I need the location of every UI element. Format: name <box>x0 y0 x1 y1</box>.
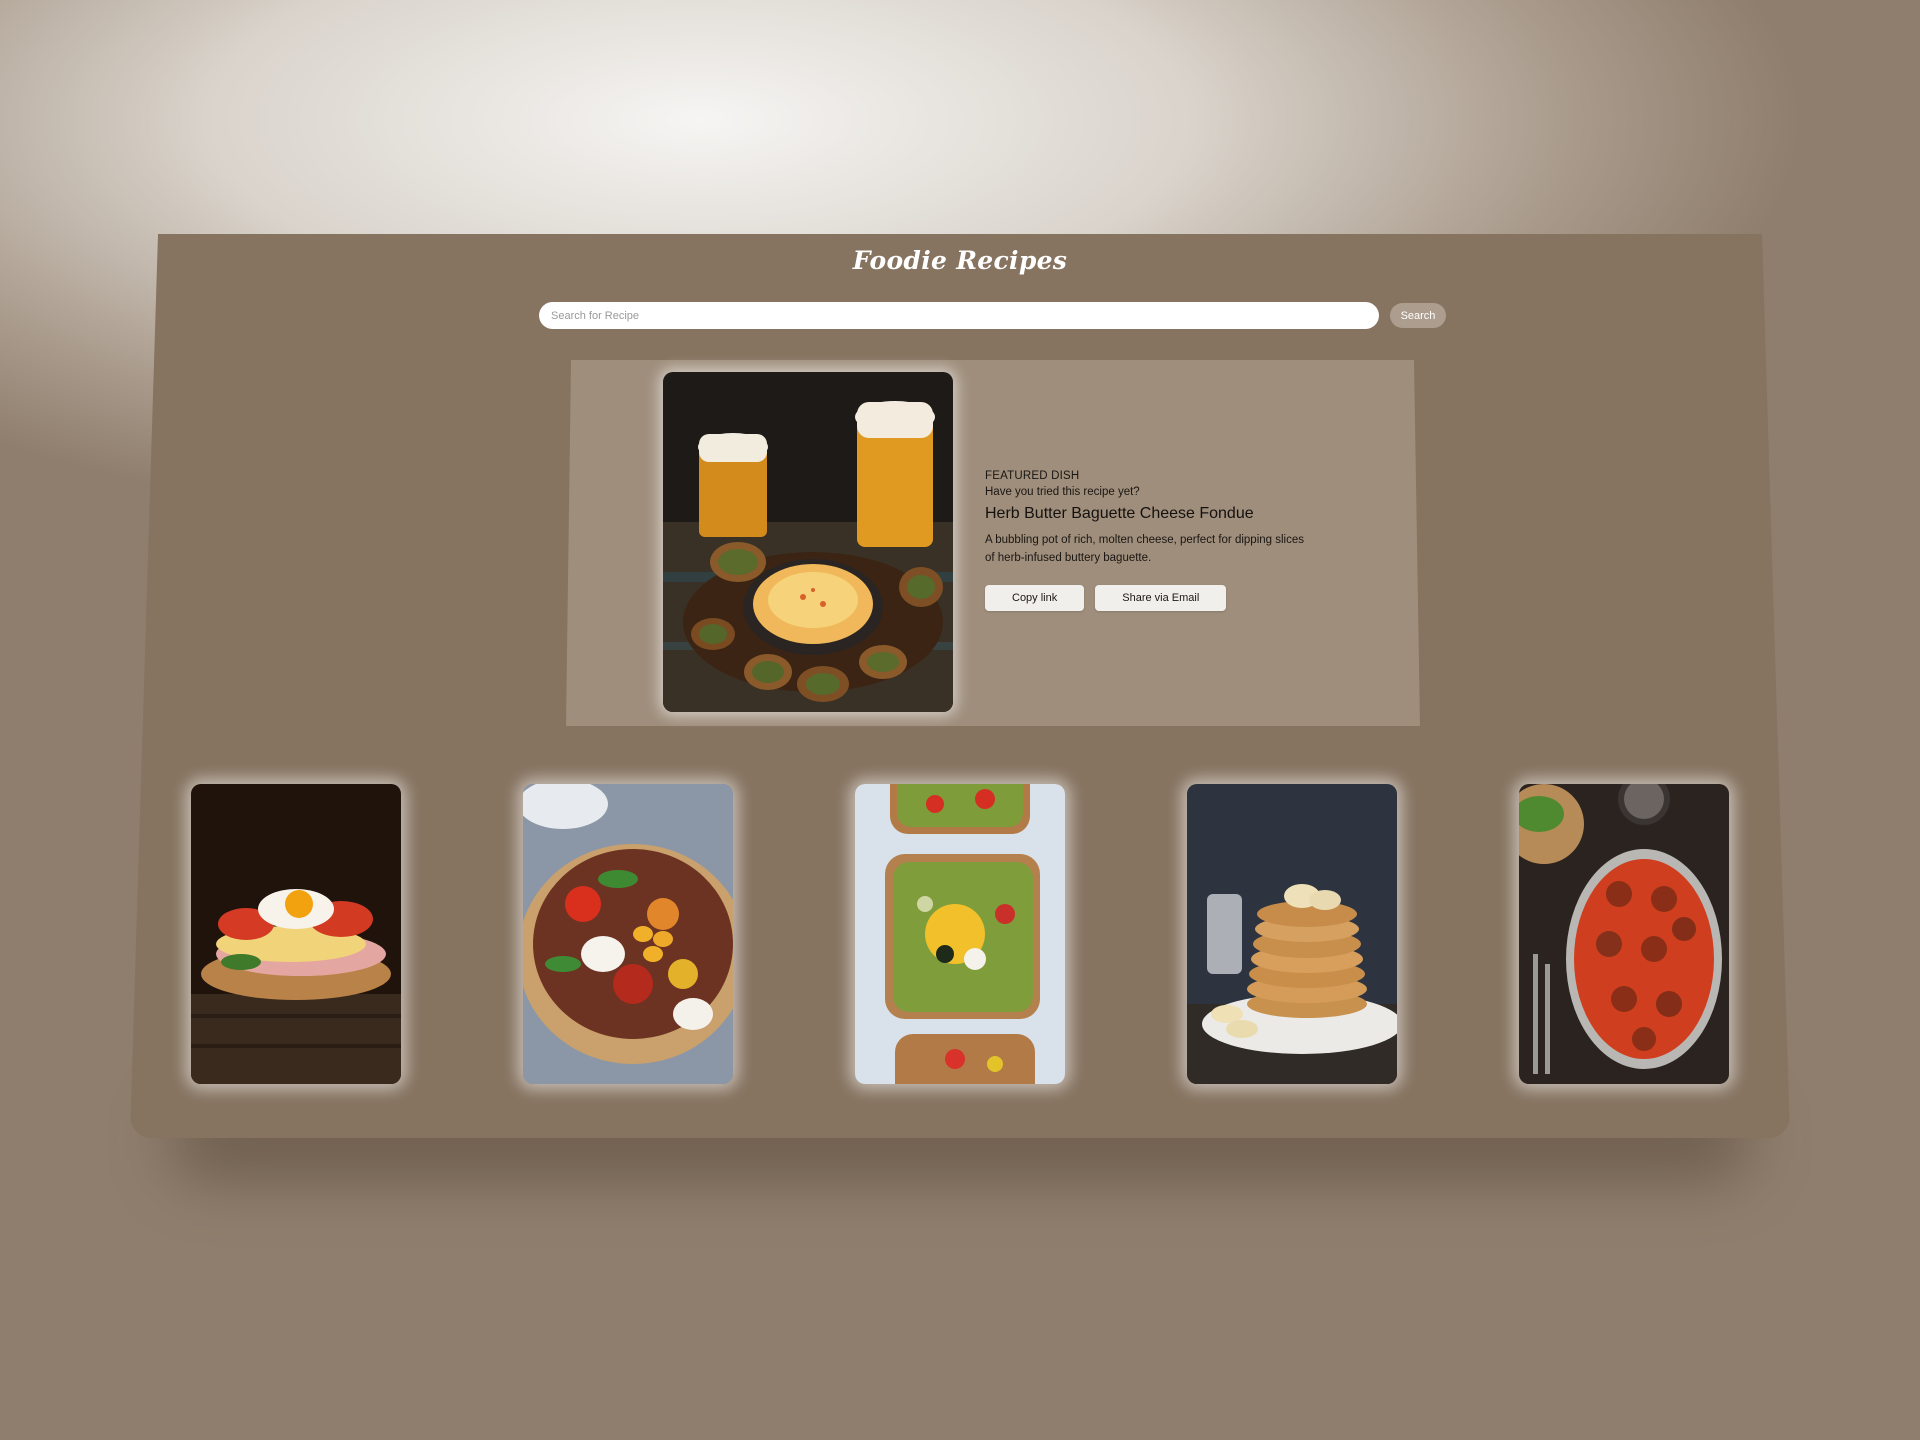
banana-pancakes-illustration <box>1187 784 1397 1084</box>
featured-label: FEATURED DISH <box>985 470 1080 482</box>
featured-text-block: FEATURED DISH Have you tried this recipe… <box>985 468 1325 611</box>
featured-dish-description: A bubbling pot of rich, molten cheese, p… <box>985 534 1304 564</box>
search-input[interactable] <box>539 302 1379 329</box>
recipe-card-meatballs[interactable] <box>1519 784 1729 1084</box>
featured-actions: Copy link Share via Email <box>985 585 1325 611</box>
meatballs-tomato-sauce-illustration <box>1519 784 1729 1084</box>
tomato-burrata-salad-illustration <box>523 784 733 1084</box>
fondue-illustration <box>663 372 953 712</box>
recipe-card-banana-pancakes[interactable] <box>1187 784 1397 1084</box>
copy-link-button[interactable]: Copy link <box>985 585 1085 611</box>
featured-prompt: Have you tried this recipe yet? <box>985 486 1140 498</box>
page-stage: Foodie Recipes Search for Recipe Search … <box>0 0 1920 1440</box>
app-title: Foodie Recipes <box>852 246 1068 275</box>
featured-dish-photo[interactable] <box>663 372 953 712</box>
featured-dish-title: Herb Butter Baguette Cheese Fondue <box>985 505 1254 522</box>
share-email-button[interactable]: Share via Email <box>1095 585 1227 611</box>
recipe-card-avocado-toast[interactable] <box>855 784 1065 1084</box>
search-button[interactable]: Search <box>1390 303 1446 328</box>
avocado-toast-illustration <box>855 784 1065 1084</box>
recipe-card-tomato-salad[interactable] <box>523 784 733 1084</box>
egg-ham-sandwich-illustration <box>191 784 401 1084</box>
recipe-card-egg-ham-sandwich[interactable] <box>191 784 401 1084</box>
